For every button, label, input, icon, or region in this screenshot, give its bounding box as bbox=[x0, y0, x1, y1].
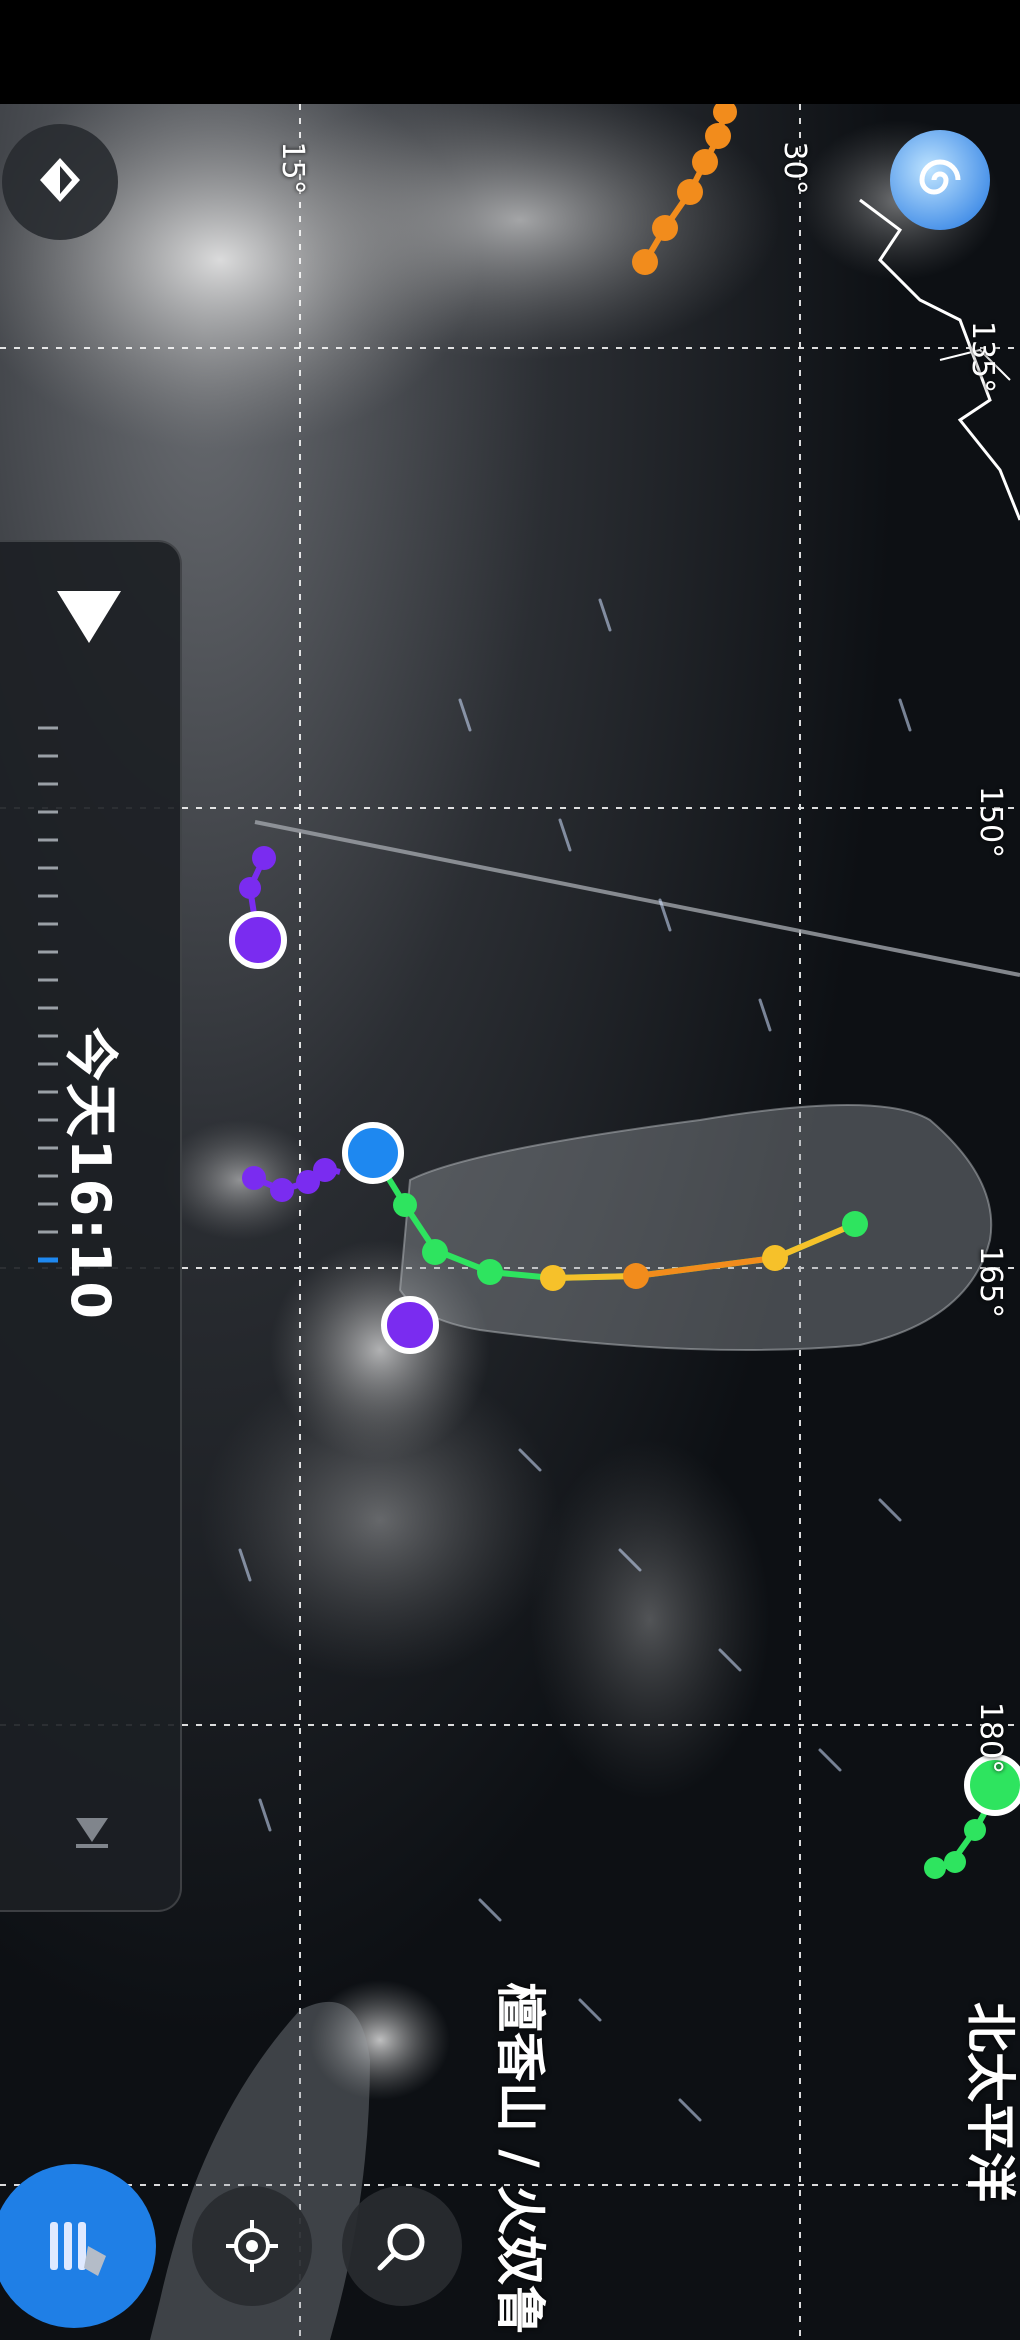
longitude-label-135: 135° bbox=[965, 320, 1000, 394]
diamond-layers-icon bbox=[40, 158, 80, 202]
play-triangle-icon bbox=[57, 591, 121, 643]
cloud-mass bbox=[160, 1120, 320, 1240]
app-logo[interactable] bbox=[890, 130, 990, 230]
current-storm-marker bbox=[342, 1122, 404, 1184]
longitude-label-150: 150° bbox=[973, 785, 1008, 859]
spiral-logo-icon bbox=[919, 159, 961, 195]
search-button[interactable] bbox=[342, 2186, 462, 2306]
latitude-label-30: 30° bbox=[777, 141, 812, 195]
play-button[interactable] bbox=[44, 572, 134, 662]
crosshair-icon bbox=[226, 2220, 278, 2272]
search-icon bbox=[377, 2223, 425, 2271]
longitude-label-165: 165° bbox=[973, 1245, 1008, 1319]
purple-storm-marker bbox=[381, 1296, 439, 1354]
place-label-honolulu: 檀香山 / 火奴鲁 bbox=[491, 1982, 549, 2336]
end-marker-icon bbox=[76, 1818, 108, 1848]
forecast-cone bbox=[398, 1104, 993, 1351]
screen: 150° 165° 180° 135° 15° 30° 檀香山 / 火奴鲁 北太… bbox=[0, 0, 1020, 2340]
layers-menu-icon bbox=[50, 2222, 106, 2276]
timeline-end-button[interactable] bbox=[72, 1812, 112, 1852]
map-style-button[interactable] bbox=[2, 124, 118, 240]
timeline-panel[interactable]: 今天16:10 bbox=[0, 540, 182, 1912]
current-time-label: 今天16:10 bbox=[59, 1027, 122, 1321]
longitude-label-180: 180° bbox=[973, 1701, 1008, 1775]
latitude-label-15: 15° bbox=[275, 141, 310, 195]
status-bar bbox=[0, 0, 1020, 104]
locate-button[interactable] bbox=[192, 2186, 312, 2306]
cloud-mass bbox=[530, 1440, 770, 1800]
place-label-north-pacific: 北太平洋 bbox=[961, 2002, 1019, 2202]
boundary-line bbox=[254, 820, 1020, 977]
purple-storm-marker bbox=[229, 911, 287, 969]
cloud-mass bbox=[200, 1360, 560, 1680]
